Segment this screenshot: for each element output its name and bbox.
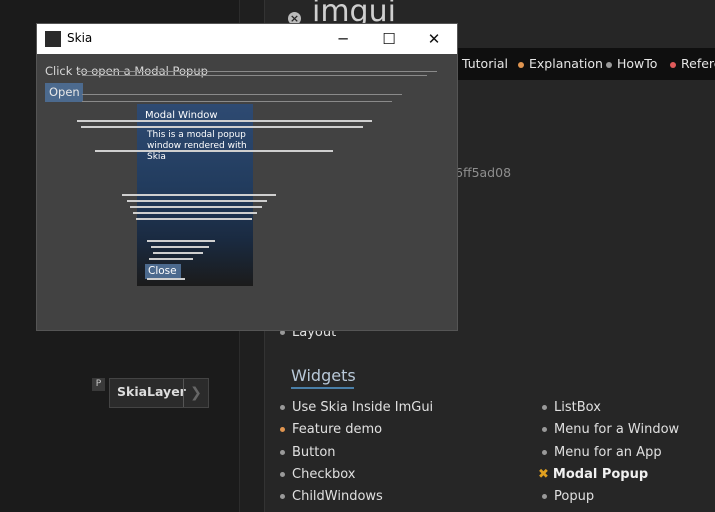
nav-label: HowTo xyxy=(617,56,658,71)
minimize-button[interactable]: ─ xyxy=(320,24,366,54)
nav-item-explanation[interactable]: Explanation xyxy=(518,48,603,80)
bullet-icon xyxy=(542,450,547,455)
x-mark-icon: ✖ xyxy=(538,467,549,482)
nav-item-howto[interactable]: HowTo xyxy=(606,48,657,80)
list-item[interactable]: Popup xyxy=(542,489,594,504)
modal-close-button[interactable]: Close xyxy=(145,264,181,279)
window-client-area: Click to open a Modal Popup Open Modal W… xyxy=(37,54,457,330)
list-item[interactable]: Menu for an App xyxy=(542,445,662,460)
skialayer-node[interactable]: SkiaLayer ❯ xyxy=(109,378,209,408)
render-artifact xyxy=(149,258,193,260)
render-artifact xyxy=(82,101,392,102)
widgets-heading: Widgets xyxy=(291,366,356,385)
nav-item-tutorial[interactable]: Tutorial xyxy=(462,48,508,80)
window-title: Skia xyxy=(67,31,93,45)
render-artifact xyxy=(127,200,267,202)
dot-icon xyxy=(518,61,524,68)
bullet-icon xyxy=(542,427,547,432)
pin-badge: P xyxy=(92,378,105,391)
render-artifact xyxy=(130,206,262,208)
bullet-icon xyxy=(542,405,547,410)
list-item[interactable]: Menu for a Window xyxy=(542,422,679,437)
bullet-icon xyxy=(542,494,547,499)
commit-hash: 6ff5ad08 xyxy=(455,165,512,180)
list-item[interactable]: Checkbox xyxy=(280,467,356,482)
nav-label: Refere xyxy=(681,56,715,71)
render-artifact xyxy=(81,126,363,128)
render-artifact xyxy=(147,278,185,280)
render-artifact xyxy=(133,212,257,214)
list-item[interactable]: Use Skia Inside ImGui xyxy=(280,400,433,415)
chevron-right-icon[interactable]: ❯ xyxy=(183,379,208,407)
list-item[interactable]: Feature demo xyxy=(280,422,382,437)
render-artifact xyxy=(122,194,276,196)
nav-label: Tutorial xyxy=(462,56,508,71)
render-artifact xyxy=(95,150,333,152)
skia-window: Skia ─ ☐ ✕ Click to open a Modal Popup O… xyxy=(37,24,457,330)
bullet-icon xyxy=(280,494,285,499)
render-artifact xyxy=(147,240,215,242)
list-item[interactable]: ListBox xyxy=(542,400,601,415)
render-artifact xyxy=(77,120,372,122)
list-item[interactable]: ChildWindows xyxy=(280,489,383,504)
heading-underline xyxy=(291,387,354,389)
render-artifact xyxy=(82,75,427,76)
dot-icon xyxy=(606,61,612,68)
render-artifact xyxy=(77,71,437,72)
render-artifact xyxy=(136,218,252,220)
list-item[interactable]: Button xyxy=(280,445,336,460)
bullet-icon xyxy=(280,472,285,477)
bullet-icon xyxy=(280,427,285,432)
open-button[interactable]: Open xyxy=(45,83,83,102)
modal-text: This is a modal popup window rendered wi… xyxy=(147,130,247,162)
render-artifact xyxy=(82,94,402,95)
maximize-button[interactable]: ☐ xyxy=(366,24,412,54)
bullet-icon xyxy=(280,330,285,335)
bullet-icon xyxy=(280,405,285,410)
nav-label: Explanation xyxy=(529,56,603,71)
dot-icon xyxy=(670,61,676,68)
window-titlebar[interactable]: Skia ─ ☐ ✕ xyxy=(37,24,457,54)
render-artifact xyxy=(151,246,209,248)
nav-item-reference[interactable]: Refere xyxy=(670,48,715,80)
list-item-selected[interactable]: ✖ Modal Popup xyxy=(538,467,648,482)
top-navbar: Tutorial Explanation HowTo Refere xyxy=(440,48,715,80)
node-label: SkiaLayer xyxy=(117,384,186,399)
bullet-icon xyxy=(280,450,285,455)
close-button[interactable]: ✕ xyxy=(411,24,457,54)
app-icon xyxy=(45,31,61,47)
render-artifact xyxy=(153,252,203,254)
